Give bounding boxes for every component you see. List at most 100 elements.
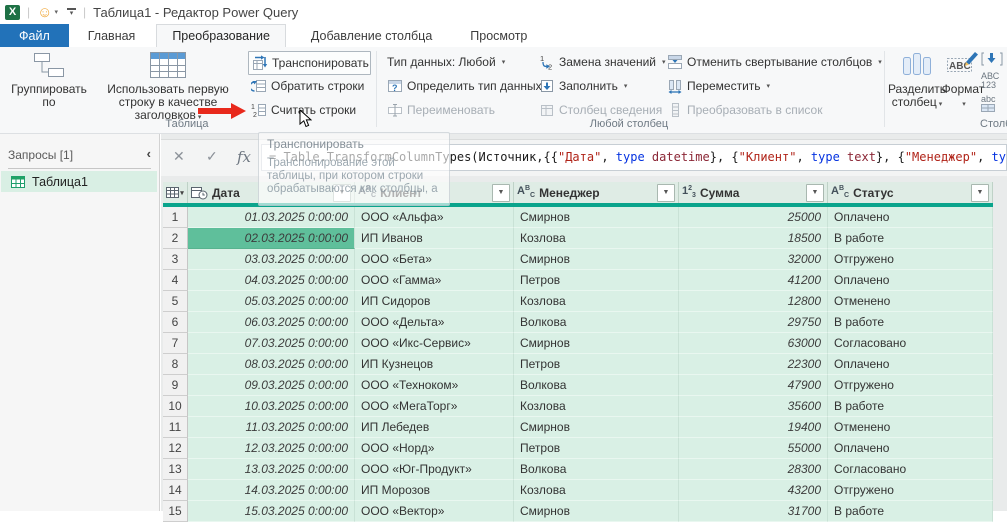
row-number[interactable]: 2 — [163, 228, 188, 249]
row-number[interactable]: 3 — [163, 249, 188, 270]
cell-date[interactable]: 15.03.2025 0:00:00 — [188, 501, 355, 522]
cell-status[interactable]: Отгружено — [828, 249, 993, 270]
cell-manager[interactable]: Петров — [514, 438, 679, 459]
cell-date[interactable]: 09.03.2025 0:00:00 — [188, 375, 355, 396]
transpose-button[interactable]: Транспонировать — [248, 51, 371, 75]
cell-client[interactable]: ООО «МегаТорг» — [355, 396, 514, 417]
cell-date[interactable]: 14.03.2025 0:00:00 — [188, 480, 355, 501]
reverse-rows-button[interactable]: Обратить строки — [248, 75, 367, 97]
statistics-icon[interactable]: АВС 123 — [981, 72, 1007, 90]
cell-status[interactable]: Оплачено — [828, 207, 993, 228]
cell-sum[interactable]: 28300 — [679, 459, 828, 480]
cell-manager[interactable]: Петров — [514, 354, 679, 375]
cell-manager[interactable]: Смирнов — [514, 333, 679, 354]
feedback-smiley-icon[interactable]: ☺ — [37, 5, 52, 20]
cell-status[interactable]: Отгружено — [828, 480, 993, 501]
cell-manager[interactable]: Смирнов — [514, 249, 679, 270]
cell-date[interactable]: 10.03.2025 0:00:00 — [188, 396, 355, 417]
cell-manager[interactable]: Смирнов — [514, 501, 679, 522]
cell-manager[interactable]: Козлова — [514, 228, 679, 249]
cell-date[interactable]: 01.03.2025 0:00:00 — [188, 207, 355, 228]
commit-icon[interactable]: ✓ — [206, 148, 218, 165]
customize-quick-access-icon[interactable]: ▾ — [66, 8, 76, 17]
cell-sum[interactable]: 41200 — [679, 270, 828, 291]
cell-client[interactable]: ООО «Юг-Продукт» — [355, 459, 514, 480]
cell-client[interactable]: ООО «Дельта» — [355, 312, 514, 333]
row-number[interactable]: 6 — [163, 312, 188, 333]
cell-client[interactable]: ИП Морозов — [355, 480, 514, 501]
cell-status[interactable]: Оплачено — [828, 270, 993, 291]
cell-date[interactable]: 02.03.2025 0:00:00 — [188, 228, 355, 249]
row-number[interactable]: 14 — [163, 480, 188, 501]
tab-add-column[interactable]: Добавление столбца — [296, 24, 447, 47]
cell-client[interactable]: ИП Кузнецов — [355, 354, 514, 375]
cell-manager[interactable]: Волкова — [514, 375, 679, 396]
column-header-4[interactable]: 123 Сумма ▼ — [679, 182, 828, 203]
cell-status[interactable]: В работе — [828, 228, 993, 249]
cell-date[interactable]: 07.03.2025 0:00:00 — [188, 333, 355, 354]
cell-date[interactable]: 06.03.2025 0:00:00 — [188, 312, 355, 333]
extract-icon[interactable] — [981, 51, 1007, 67]
cell-sum[interactable]: 32000 — [679, 249, 828, 270]
column-header-5[interactable]: ABC Статус ▼ — [828, 182, 993, 203]
filter-dropdown-icon[interactable]: ▼ — [657, 183, 675, 202]
data-type-button[interactable]: Тип данных: Любой ▾ — [384, 51, 508, 73]
cell-sum[interactable]: 35600 — [679, 396, 828, 417]
cell-date[interactable]: 11.03.2025 0:00:00 — [188, 417, 355, 438]
move-button[interactable]: Переместить ▾ — [664, 75, 773, 97]
cell-sum[interactable]: 47900 — [679, 375, 828, 396]
unpivot-button[interactable]: Отменить свертывание столбцов ▾ — [664, 51, 885, 73]
row-number[interactable]: 7 — [163, 333, 188, 354]
cell-client[interactable]: ООО «Альфа» — [355, 207, 514, 228]
detect-type-button[interactable]: ? Определить тип данных — [384, 75, 545, 97]
row-number[interactable]: 10 — [163, 396, 188, 417]
cell-sum[interactable]: 22300 — [679, 354, 828, 375]
tab-view[interactable]: Просмотр — [455, 24, 542, 47]
cell-sum[interactable]: 19400 — [679, 417, 828, 438]
replace-values-button[interactable]: 12 Замена значений ▾ — [536, 51, 669, 73]
cell-client[interactable]: ООО «Норд» — [355, 438, 514, 459]
cell-manager[interactable]: Козлова — [514, 480, 679, 501]
tab-file[interactable]: Файл — [0, 24, 69, 47]
cell-date[interactable]: 13.03.2025 0:00:00 — [188, 459, 355, 480]
row-number[interactable]: 12 — [163, 438, 188, 459]
cell-sum[interactable]: 63000 — [679, 333, 828, 354]
cell-manager[interactable]: Смирнов — [514, 417, 679, 438]
cell-client[interactable]: ИП Иванов — [355, 228, 514, 249]
cell-status[interactable]: Оплачено — [828, 354, 993, 375]
row-number[interactable]: 11 — [163, 417, 188, 438]
cell-client[interactable]: ООО «Икс-Сервис» — [355, 333, 514, 354]
cell-manager[interactable]: Козлова — [514, 396, 679, 417]
cell-status[interactable]: Отменено — [828, 417, 993, 438]
chevron-down-icon[interactable]: ▾ — [54, 8, 58, 16]
cell-date[interactable]: 03.03.2025 0:00:00 — [188, 249, 355, 270]
filter-dropdown-icon[interactable]: ▼ — [971, 183, 989, 202]
row-number[interactable]: 4 — [163, 270, 188, 291]
fill-button[interactable]: Заполнить ▾ — [536, 75, 630, 97]
cell-date[interactable]: 12.03.2025 0:00:00 — [188, 438, 355, 459]
cell-status[interactable]: Отгружено — [828, 375, 993, 396]
row-number[interactable]: 8 — [163, 354, 188, 375]
cancel-icon[interactable]: ✕ — [173, 148, 185, 165]
cell-date[interactable]: 04.03.2025 0:00:00 — [188, 270, 355, 291]
row-number[interactable]: 13 — [163, 459, 188, 480]
cell-status[interactable]: Согласовано — [828, 333, 993, 354]
cell-status[interactable]: Согласовано — [828, 459, 993, 480]
column-header-3[interactable]: ABC Менеджер ▼ — [514, 182, 679, 203]
query-list-item[interactable]: Таблица1 — [1, 171, 157, 192]
cell-client[interactable]: ИП Сидоров — [355, 291, 514, 312]
row-number[interactable]: 5 — [163, 291, 188, 312]
cell-manager[interactable]: Волкова — [514, 459, 679, 480]
cell-status[interactable]: В работе — [828, 396, 993, 417]
cell-manager[interactable]: Петров — [514, 270, 679, 291]
cell-client[interactable]: ООО «Техноком» — [355, 375, 514, 396]
cell-client[interactable]: ООО «Гамма» — [355, 270, 514, 291]
cell-manager[interactable]: Волкова — [514, 312, 679, 333]
select-all-corner[interactable]: ▾ — [163, 182, 188, 203]
cell-status[interactable]: Оплачено — [828, 438, 993, 459]
format-button[interactable]: ABC Формат ▾ — [941, 50, 985, 111]
row-number[interactable]: 1 — [163, 207, 188, 228]
filter-dropdown-icon[interactable]: ▼ — [806, 183, 824, 202]
cell-client[interactable]: ИП Лебедев — [355, 417, 514, 438]
cell-status[interactable]: В работе — [828, 501, 993, 522]
